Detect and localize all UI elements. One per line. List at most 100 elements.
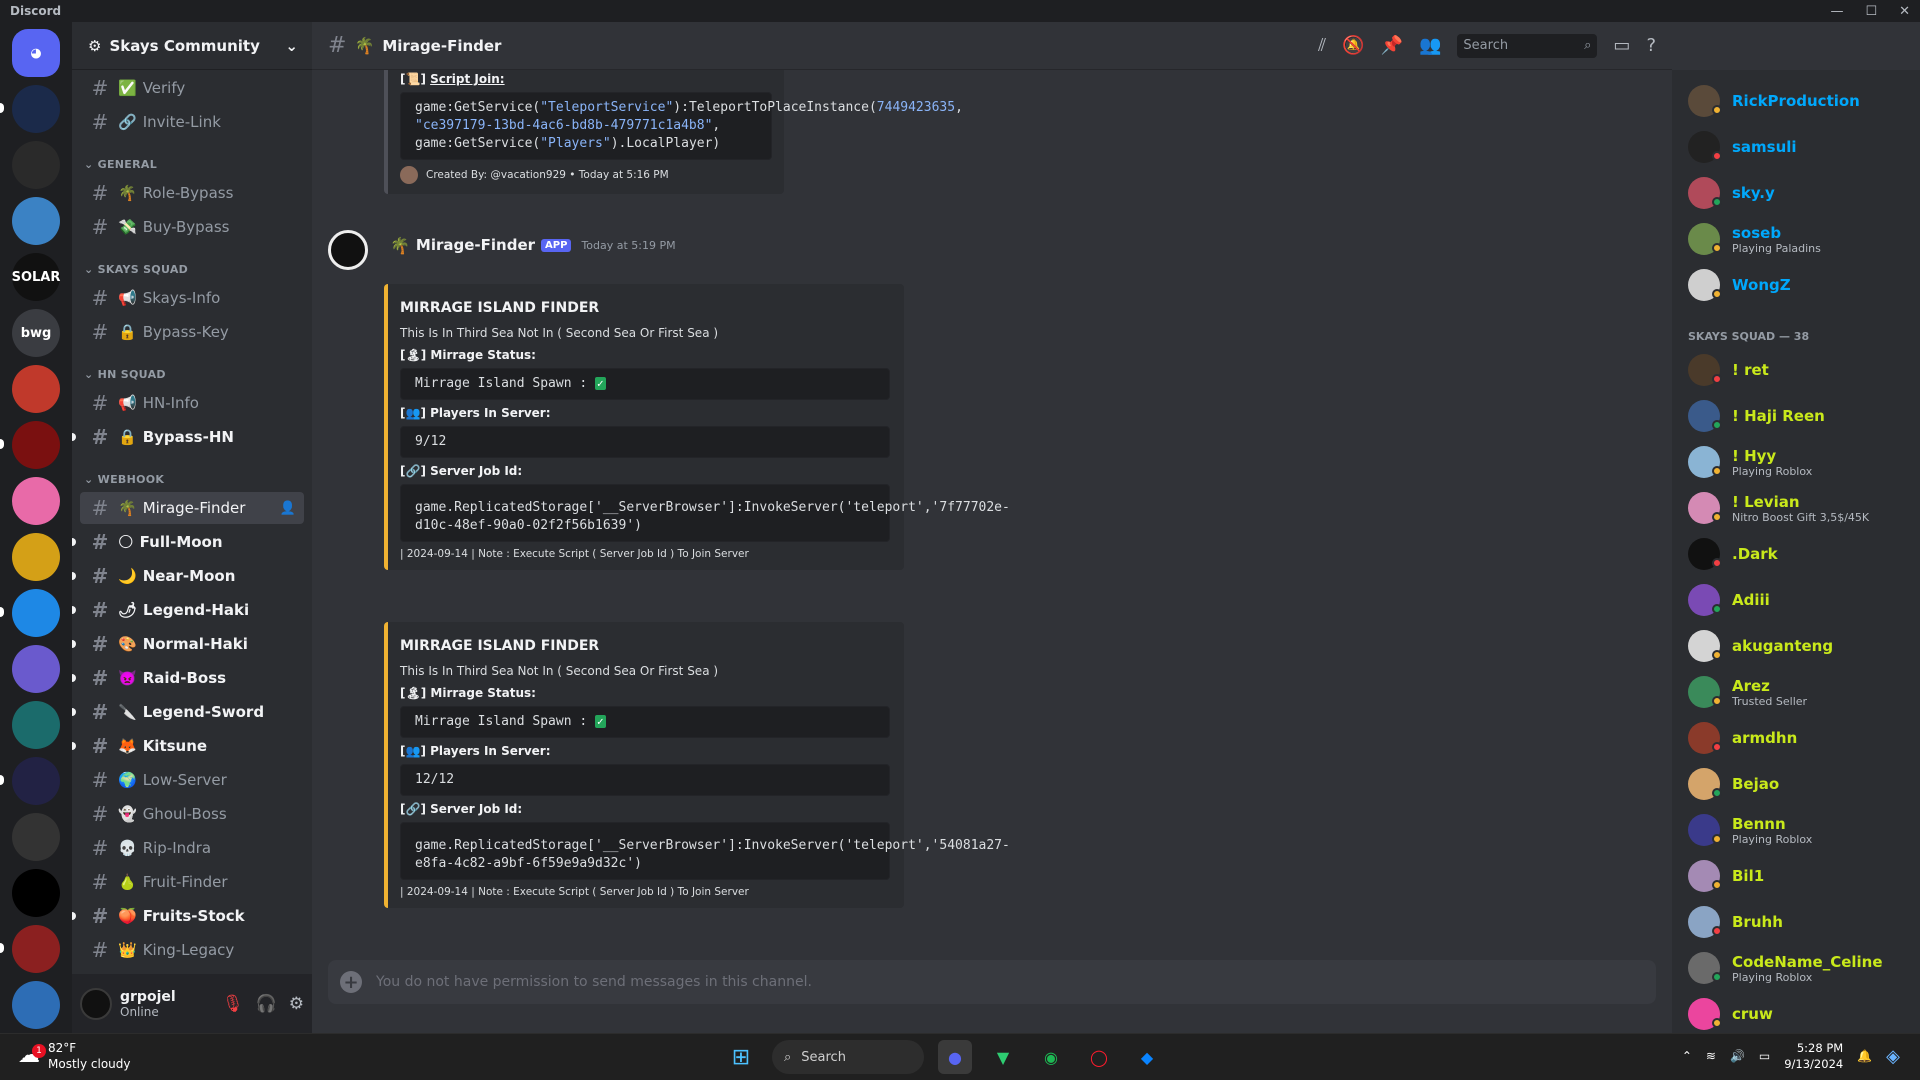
channel-king-legacy[interactable]: # 👑 King-Legacy (80, 934, 304, 966)
guild-header[interactable]: ⚙ Skays Community ⌄ (72, 22, 312, 70)
server-icon[interactable] (12, 365, 60, 413)
server-icon[interactable] (12, 813, 60, 861)
headphones-icon[interactable]: 🎧 (256, 994, 277, 1014)
code-block[interactable]: 12/12 (400, 764, 890, 796)
channel-full-moon[interactable]: # 🌕 Full-Moon (72, 526, 304, 558)
help-icon[interactable]: ? (1646, 35, 1656, 56)
channel-raid-boss[interactable]: # 👿 Raid-Boss (72, 662, 304, 694)
server-icon[interactable] (12, 869, 60, 917)
member-item[interactable]: Adiii (1680, 579, 1912, 621)
add-attachment-icon[interactable]: + (340, 971, 362, 993)
member-item[interactable]: CodeName_Celine Playing Roblox (1680, 947, 1912, 989)
windows-start-icon[interactable]: ⊞ (724, 1040, 758, 1074)
member-item[interactable]: Bruhh (1680, 901, 1912, 943)
code-block[interactable]: game.ReplicatedStorage['__ServerBrowser'… (400, 484, 1010, 542)
member-list-icon[interactable]: 👥 (1419, 35, 1441, 56)
channel-ghoul-boss[interactable]: # 👻 Ghoul-Boss (80, 798, 304, 830)
member-item[interactable]: .Dark (1680, 533, 1912, 575)
member-item[interactable]: akuganteng (1680, 625, 1912, 667)
channel-mirage-finder[interactable]: # 🌴 Mirage-Finder 👤 (80, 492, 304, 524)
copilot-icon[interactable]: ◈ (1886, 1046, 1900, 1067)
channel-hn-info[interactable]: # 📢 HN-Info (80, 387, 304, 419)
messenger-icon[interactable]: ◆ (1130, 1040, 1164, 1074)
minimize-icon[interactable]: — (1830, 4, 1843, 19)
code-block[interactable]: game:GetService("TeleportService"):Telep… (400, 92, 963, 160)
channel-fruits-stock[interactable]: # 🍑 Fruits-Stock (72, 900, 304, 932)
member-item[interactable]: Bejao (1680, 763, 1912, 805)
channel-buy-bypass[interactable]: # 💸 Buy-Bypass (80, 211, 304, 243)
gear-icon[interactable]: ⚙ (289, 994, 304, 1014)
member-item[interactable]: ! Hyy Playing Roblox (1680, 441, 1912, 483)
code-block[interactable]: Mirrage Island Spawn : ✓ (400, 368, 890, 400)
opera-icon[interactable]: ◯ (1082, 1040, 1116, 1074)
server-icon[interactable]: SOLAR (12, 253, 60, 301)
wifi-icon[interactable]: ≋ (1706, 1049, 1716, 1063)
category-header[interactable]: ⌄ WEBHOOK (72, 455, 312, 490)
avatar[interactable] (80, 987, 112, 1020)
system-clock[interactable]: 5:28 PM 9/13/2024 (1784, 1040, 1843, 1072)
chevron-up-icon[interactable]: ⌃ (1682, 1049, 1692, 1063)
server-icon[interactable] (12, 533, 60, 581)
channel-rip-indra[interactable]: # 💀 Rip-Indra (80, 832, 304, 864)
threads-icon[interactable]: ⫽ (1318, 35, 1326, 56)
vpn-app-icon[interactable]: ▼ (986, 1040, 1020, 1074)
server-icon[interactable] (0, 589, 60, 637)
channel-kitsune[interactable]: # 🦊 Kitsune (72, 730, 304, 762)
server-icon[interactable] (12, 981, 60, 1029)
server-icon[interactable] (0, 85, 60, 133)
volume-icon[interactable]: 🔊 (1730, 1049, 1745, 1063)
channel-bypass-key[interactable]: # 🔒 Bypass-Key (80, 316, 304, 348)
invite-member-icon[interactable]: 👤 (280, 501, 296, 516)
battery-icon[interactable]: ▭ (1759, 1049, 1770, 1063)
server-icon[interactable]: bwg (12, 309, 60, 357)
channel-invite-link[interactable]: # 🔗 Invite-Link (80, 106, 304, 138)
server-icon[interactable] (12, 701, 60, 749)
weather-widget[interactable]: ☁ 1 82°F Mostly cloudy (18, 1040, 131, 1072)
discord-logo-icon[interactable]: ◕ (12, 29, 60, 77)
member-item[interactable]: sky.y (1680, 172, 1912, 214)
channel-fruit-finder[interactable]: # 🍐 Fruit-Finder (80, 866, 304, 898)
notifications-muted-icon[interactable]: 🔕 (1342, 35, 1364, 56)
search-input[interactable]: Search ⌕ (1457, 33, 1598, 58)
member-item[interactable]: Bil1 (1680, 855, 1912, 897)
member-item[interactable]: WongZ (1680, 264, 1912, 306)
channel-skays-info[interactable]: # 📢 Skays-Info (80, 282, 304, 314)
code-block[interactable]: game.ReplicatedStorage['__ServerBrowser'… (400, 822, 1010, 880)
member-item[interactable]: ! Haji Reen (1680, 395, 1912, 437)
server-icon[interactable] (12, 645, 60, 693)
server-icon[interactable] (0, 925, 60, 973)
code-block[interactable]: 9/12 (400, 426, 890, 458)
mute-microphone-icon[interactable]: 🎙 (222, 994, 244, 1014)
taskbar-search[interactable]: ⌕ Search (772, 1040, 924, 1074)
channel-normal-haki[interactable]: # 🎨 Normal-Haki (72, 628, 304, 660)
member-item[interactable]: armdhn (1680, 717, 1912, 759)
author-name[interactable]: Mirage-Finder (416, 236, 535, 254)
member-item[interactable]: Bennn Playing Roblox (1680, 809, 1912, 851)
inbox-icon[interactable]: ▭ (1613, 35, 1630, 56)
spotify-icon[interactable]: ◉ (1034, 1040, 1068, 1074)
category-header[interactable]: ⌄ GENERAL (72, 140, 312, 175)
category-header[interactable]: ⌄ HN SQUAD (72, 350, 312, 385)
code-block[interactable]: Mirrage Island Spawn : ✓ (400, 706, 890, 738)
member-item[interactable]: cruw (1680, 993, 1912, 1033)
category-header[interactable]: ⌄ SKAYS SQUAD (72, 245, 312, 280)
notification-bell-icon[interactable]: 🔔 (1857, 1049, 1872, 1063)
channel-bypass-hn[interactable]: # 🔒 Bypass-HN (72, 421, 304, 453)
close-icon[interactable]: ✕ (1899, 4, 1910, 19)
member-item[interactable]: ! Levian Nitro Boost Gift 3,5$/45K (1680, 487, 1912, 529)
member-item[interactable]: samsuli (1680, 126, 1912, 168)
maximize-icon[interactable]: ☐ (1865, 4, 1877, 19)
member-item[interactable]: Arez Trusted Seller (1680, 671, 1912, 713)
server-icon[interactable] (12, 141, 60, 189)
server-icon[interactable] (12, 477, 60, 525)
pin-icon[interactable]: 📌 (1381, 35, 1403, 56)
channel-role-bypass[interactable]: # 🌴 Role-Bypass (80, 177, 304, 209)
member-item[interactable]: soseb Playing Paladins (1680, 218, 1912, 260)
channel-verify[interactable]: # ✅ Verify (80, 72, 304, 104)
member-item[interactable]: ! ret (1680, 349, 1912, 391)
discord-app-icon[interactable]: ● (938, 1040, 972, 1074)
message-composer[interactable]: + You do not have permission to send mes… (328, 960, 1656, 1004)
channel-near-moon[interactable]: # 🌙 Near-Moon (72, 560, 304, 592)
server-icon[interactable] (12, 197, 60, 245)
channel-low-server[interactable]: # 🌍 Low-Server (80, 764, 304, 796)
